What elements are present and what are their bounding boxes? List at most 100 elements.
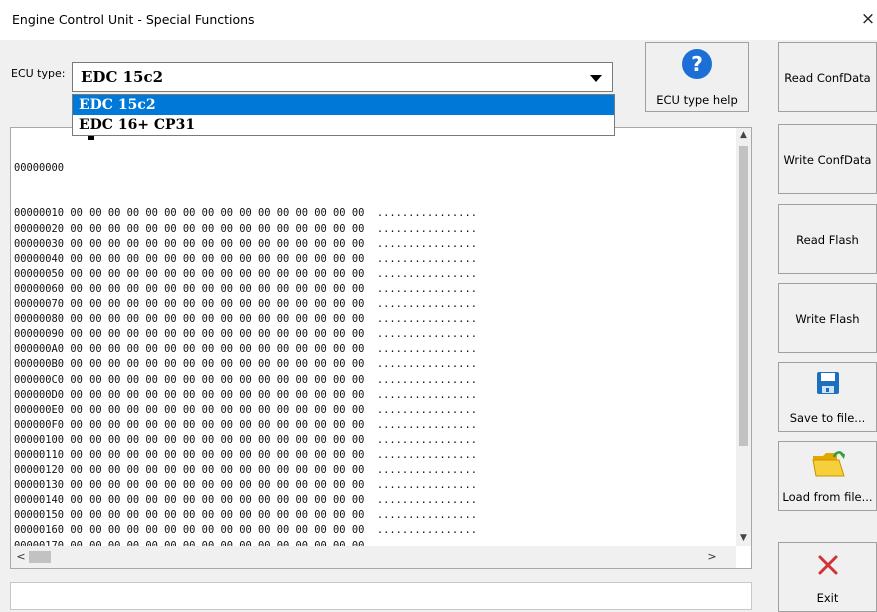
status-field (10, 582, 752, 610)
hex-ascii: ................ (376, 358, 477, 371)
hex-ascii: ................ (376, 524, 477, 537)
hex-bytes: 00 00 00 00 00 00 00 00 00 00 00 00 00 0… (70, 403, 365, 416)
read-flash-button[interactable]: Read Flash (778, 204, 877, 274)
window-title: Engine Control Unit - Special Functions (12, 12, 255, 27)
title-bar: Engine Control Unit - Special Functions … (0, 0, 877, 40)
hex-row: 00000050 00 00 00 00 00 00 00 00 00 00 0… (14, 267, 477, 282)
hex-lines: 00000000 00000010 00 00 00 00 00 00 00 0… (14, 131, 477, 554)
scroll-left-icon[interactable]: < (13, 546, 29, 568)
write-flash-button[interactable]: Write Flash (778, 283, 877, 353)
hex-address: 000000C0 (14, 373, 65, 386)
hex-row: 000000D0 00 00 00 00 00 00 00 00 00 00 0… (14, 388, 477, 403)
hex-bytes: 00 00 00 00 00 00 00 00 00 00 00 00 00 0… (70, 252, 365, 265)
write-confdata-button[interactable]: Write ConfData (778, 124, 877, 194)
hex-row: 000000E0 00 00 00 00 00 00 00 00 00 00 0… (14, 403, 477, 418)
question-icon: ? (682, 49, 712, 79)
hex-address: 000000D0 (14, 388, 65, 401)
load-from-file-label: Load from file... (782, 490, 873, 504)
dropdown-arrow-icon[interactable] (590, 75, 602, 82)
hex-ascii: ................ (376, 222, 477, 235)
hex-row: 00000070 00 00 00 00 00 00 00 00 00 00 0… (14, 297, 477, 312)
hex-row: 00000060 00 00 00 00 00 00 00 00 00 00 0… (14, 282, 477, 297)
hex-bytes: 00 00 00 00 00 00 00 00 00 00 00 00 00 0… (70, 298, 365, 311)
hex-row: 00000020 00 00 00 00 00 00 00 00 00 00 0… (14, 222, 477, 237)
hex-row: 000000F0 00 00 00 00 00 00 00 00 00 00 0… (14, 418, 477, 433)
ecu-type-help-label: ECU type help (656, 93, 738, 107)
hex-bytes: 00 00 00 00 00 00 00 00 00 00 00 00 00 0… (70, 343, 365, 356)
vertical-scroll-thumb[interactable] (739, 146, 748, 446)
close-icon[interactable]: × (858, 8, 877, 30)
hex-ascii: ................ (376, 313, 477, 326)
exit-x-icon (816, 553, 840, 580)
open-folder-icon (811, 448, 847, 481)
hex-bytes: 00 00 00 00 00 00 00 00 00 00 00 00 00 0… (70, 358, 365, 371)
ecu-type-select[interactable]: EDC 15c2 (72, 62, 613, 92)
hex-row: 00000040 00 00 00 00 00 00 00 00 00 00 0… (14, 252, 477, 267)
vertical-scrollbar[interactable]: ▲ ▼ (736, 128, 751, 546)
write-confdata-label: Write ConfData (783, 153, 872, 167)
hex-ascii: ................ (376, 403, 477, 416)
hex-ascii: ................ (376, 237, 477, 250)
hex-ascii: ................ (376, 418, 477, 431)
hex-bytes: 00 00 00 00 00 00 00 00 00 00 00 00 00 0… (70, 464, 365, 477)
hex-ascii: ................ (376, 479, 477, 492)
hex-row: 00000160 00 00 00 00 00 00 00 00 00 00 0… (14, 523, 477, 538)
hex-address: 000000B0 (14, 358, 65, 371)
hex-address: 00000130 (14, 479, 65, 492)
hex-address: 000000F0 (14, 418, 65, 431)
hex-row: 00000110 00 00 00 00 00 00 00 00 00 00 0… (14, 448, 477, 463)
read-confdata-button[interactable]: Read ConfData (778, 42, 877, 112)
hex-address: 00000030 (14, 237, 65, 250)
hex-address: 00000080 (14, 313, 65, 326)
save-to-file-label: Save to file... (789, 411, 866, 425)
save-to-file-button[interactable]: Save to file... (778, 362, 877, 432)
hex-bytes: 00 00 00 00 00 00 00 00 00 00 00 00 00 0… (70, 207, 365, 220)
hex-row: 00000030 00 00 00 00 00 00 00 00 00 00 0… (14, 237, 477, 252)
hex-bytes: 00 00 00 00 00 00 00 00 00 00 00 00 00 0… (70, 524, 365, 537)
hex-ascii: ................ (376, 328, 477, 341)
hex-ascii: ................ (376, 464, 477, 477)
ecu-type-dropdown-list: EDC 15c2 EDC 16+ CP31 (72, 94, 615, 136)
hex-ascii: ................ (376, 433, 477, 446)
hex-row: 00000120 00 00 00 00 00 00 00 00 00 00 0… (14, 463, 477, 478)
hex-viewer[interactable]: 00000000 00000010 00 00 00 00 00 00 00 0… (10, 127, 752, 569)
hex-row: 00000080 00 00 00 00 00 00 00 00 00 00 0… (14, 312, 477, 327)
write-flash-label: Write Flash (795, 312, 860, 326)
hex-bytes: 00 00 00 00 00 00 00 00 00 00 00 00 00 0… (70, 313, 365, 326)
hex-bytes: 00 00 00 00 00 00 00 00 00 00 00 00 00 0… (70, 418, 365, 431)
ecu-option-edc15c2[interactable]: EDC 15c2 (73, 95, 614, 115)
exit-button[interactable]: Exit (778, 542, 877, 612)
hex-ascii: ................ (376, 509, 477, 522)
hex-address: 00000120 (14, 464, 65, 477)
hex-ascii: ................ (376, 207, 477, 220)
scroll-up-icon[interactable]: ▲ (736, 128, 751, 143)
hex-bytes: 00 00 00 00 00 00 00 00 00 00 00 00 00 0… (70, 237, 365, 250)
hex-row: 00000010 00 00 00 00 00 00 00 00 00 00 0… (14, 206, 477, 221)
scroll-down-icon[interactable]: ▼ (736, 531, 751, 546)
hex-address: 00000140 (14, 494, 65, 507)
hex-address: 00000060 (14, 282, 65, 295)
load-from-file-button[interactable]: Load from file... (778, 441, 877, 511)
hex-row-0: 00000000 (14, 161, 477, 176)
hex-bytes: 00 00 00 00 00 00 00 00 00 00 00 00 00 0… (70, 373, 365, 386)
hex-bytes: 00 00 00 00 00 00 00 00 00 00 00 00 00 0… (70, 388, 365, 401)
hex-row: 000000A0 00 00 00 00 00 00 00 00 00 00 0… (14, 342, 477, 357)
horizontal-scroll-thumb[interactable] (29, 551, 51, 563)
scroll-right-icon[interactable]: > (704, 546, 720, 568)
exit-label: Exit (816, 591, 839, 605)
hex-address: 00000160 (14, 524, 65, 537)
horizontal-scrollbar[interactable]: < > (11, 546, 736, 568)
hex-ascii: ................ (376, 252, 477, 265)
hex-bytes: 00 00 00 00 00 00 00 00 00 00 00 00 00 0… (70, 267, 365, 280)
hex-address: 00000100 (14, 433, 65, 446)
hex-ascii: ................ (376, 373, 477, 386)
hex-row: 00000140 00 00 00 00 00 00 00 00 00 00 0… (14, 493, 477, 508)
hex-bytes: 00 00 00 00 00 00 00 00 00 00 00 00 00 0… (70, 448, 365, 461)
hex-address: 00000070 (14, 298, 65, 311)
floppy-disk-icon (816, 371, 840, 398)
hex-bytes: 00 00 00 00 00 00 00 00 00 00 00 00 00 0… (70, 479, 365, 492)
ecu-type-help-button[interactable]: ? ECU type help (645, 42, 749, 112)
ecu-option-edc16-cp31[interactable]: EDC 16+ CP31 (73, 115, 614, 135)
hex-ascii: ................ (376, 494, 477, 507)
hex-row: 00000150 00 00 00 00 00 00 00 00 00 00 0… (14, 508, 477, 523)
